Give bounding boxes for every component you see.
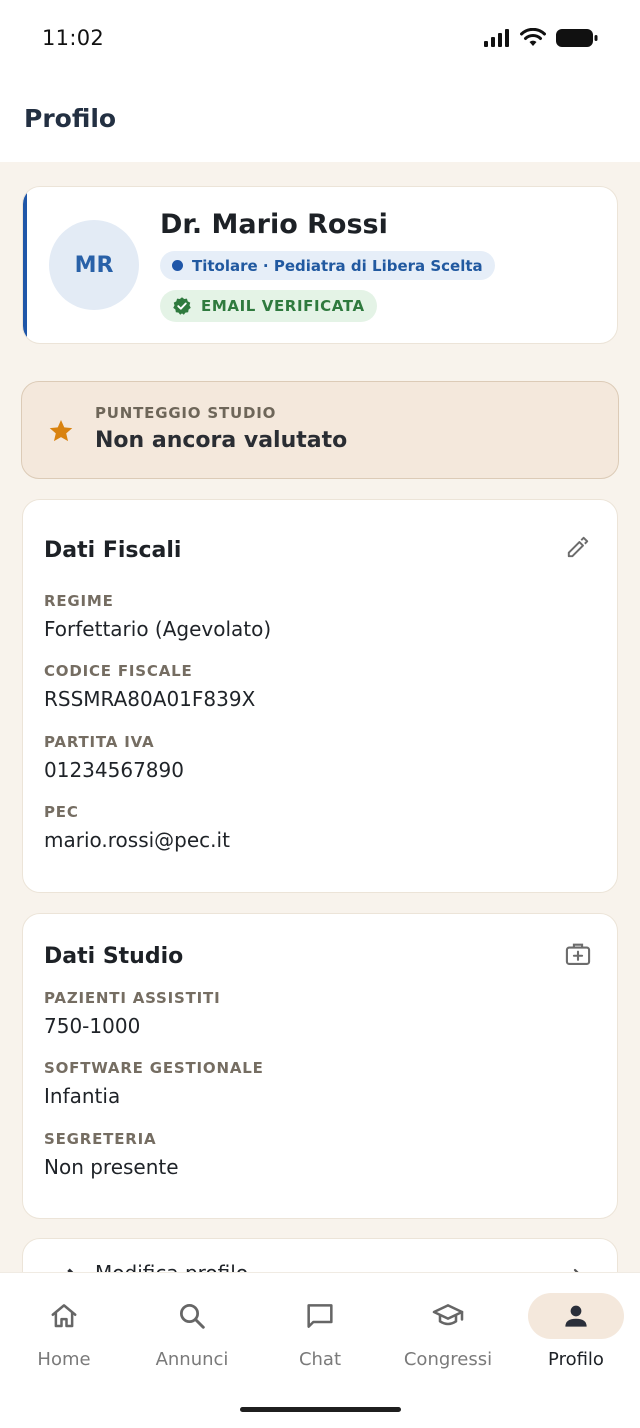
fiscal-card-title: Dati Fiscali [44,538,182,563]
app-header: Profilo [0,80,640,162]
software-value: Infantia [44,1084,121,1108]
profile-content[interactable]: MR Dr. Mario Rossi Titolare · Pediatra d… [0,162,640,1272]
signal-icon [484,29,509,47]
nav-annunci-icon-container [144,1293,240,1339]
battery-icon [556,29,598,47]
email-verified-badge: EMAIL VERIFICATA [160,290,377,322]
nav-item-home[interactable]: Home [0,1291,128,1391]
home-icon [51,1304,77,1328]
nav-chat-icon-container [272,1293,368,1339]
studio-score-card: PUNTEGGIO STUDIO Non ancora valutato [21,381,619,479]
avatar-initials: MR [74,252,114,278]
person-icon [565,1305,587,1327]
fiscal-code-value: RSSMRA80A01F839X [44,687,256,711]
patients-value: 750-1000 [44,1014,141,1038]
nav-congressi-label: Congressi [403,1349,493,1370]
nav-item-profilo[interactable]: Profilo [512,1291,640,1391]
nav-item-annunci[interactable]: Annunci [128,1291,256,1391]
nav-item-chat[interactable]: Chat [256,1291,384,1391]
secretary-label: SEGRETERIA [44,1130,157,1148]
edit-profile-row[interactable]: Modifica profilo [22,1238,618,1272]
bottom-navigation: Home Annunci Chat Congressi Profilo [0,1272,640,1428]
nav-profilo-icon-container [528,1293,624,1339]
vat-number-label: PARTITA IVA [44,733,155,751]
nav-home-icon-container [16,1293,112,1339]
regime-value: Forfettario (Agevolato) [44,617,272,641]
edit-icon [67,1268,74,1272]
wifi-icon [520,28,546,46]
edit-fiscal-button[interactable] [563,532,593,562]
pencil-icon [567,536,589,558]
nav-congressi-icon-container [400,1293,496,1339]
nav-annunci-label: Annunci [155,1349,229,1370]
status-bar: 11:02 [0,0,640,80]
email-verified-label: EMAIL VERIFICATA [201,297,365,315]
search-icon [180,1304,205,1329]
role-badge: Titolare · Pediatra di Libera Scelta [160,251,495,280]
role-dot-icon [172,260,183,271]
profile-card: MR Dr. Mario Rossi Titolare · Pediatra d… [22,186,618,344]
graduation-cap-icon [432,1304,464,1326]
vat-number-value: 01234567890 [44,758,184,782]
pec-label: PEC [44,803,79,821]
nav-home-label: Home [37,1349,91,1370]
home-indicator [240,1407,401,1412]
status-icons [484,28,598,48]
profile-accent-bar [23,187,27,343]
edit-studio-button[interactable] [563,939,593,969]
fiscal-data-card: Dati Fiscali REGIME Forfettario (Agevola… [22,499,618,893]
edit-profile-label: Modifica profilo [95,1261,248,1272]
score-value: Non ancora valutato [95,428,348,453]
fiscal-code-label: CODICE FISCALE [44,662,193,680]
verified-check-icon [173,297,191,315]
profile-name: Dr. Mario Rossi [160,209,388,240]
software-label: SOFTWARE GESTIONALE [44,1059,264,1077]
status-time: 11:02 [42,26,105,50]
pec-value: mario.rossi@pec.it [44,828,230,852]
page-title: Profilo [24,104,117,133]
studio-card-title: Dati Studio [44,944,184,969]
secretary-value: Non presente [44,1155,179,1179]
patients-label: PAZIENTI ASSISTITI [44,989,221,1007]
studio-data-card: Dati Studio PAZIENTI ASSISTITI 750-1000 … [22,913,618,1219]
nav-chat-label: Chat [298,1349,342,1370]
avatar: MR [49,220,139,310]
medical-briefcase-icon [565,943,591,965]
nav-item-congressi[interactable]: Congressi [384,1291,512,1391]
regime-label: REGIME [44,592,114,610]
score-label: PUNTEGGIO STUDIO [95,404,277,422]
role-label: Titolare · Pediatra di Libera Scelta [192,256,483,275]
star-icon [49,419,73,442]
nav-profilo-label: Profilo [548,1349,604,1370]
chat-icon [307,1304,333,1328]
